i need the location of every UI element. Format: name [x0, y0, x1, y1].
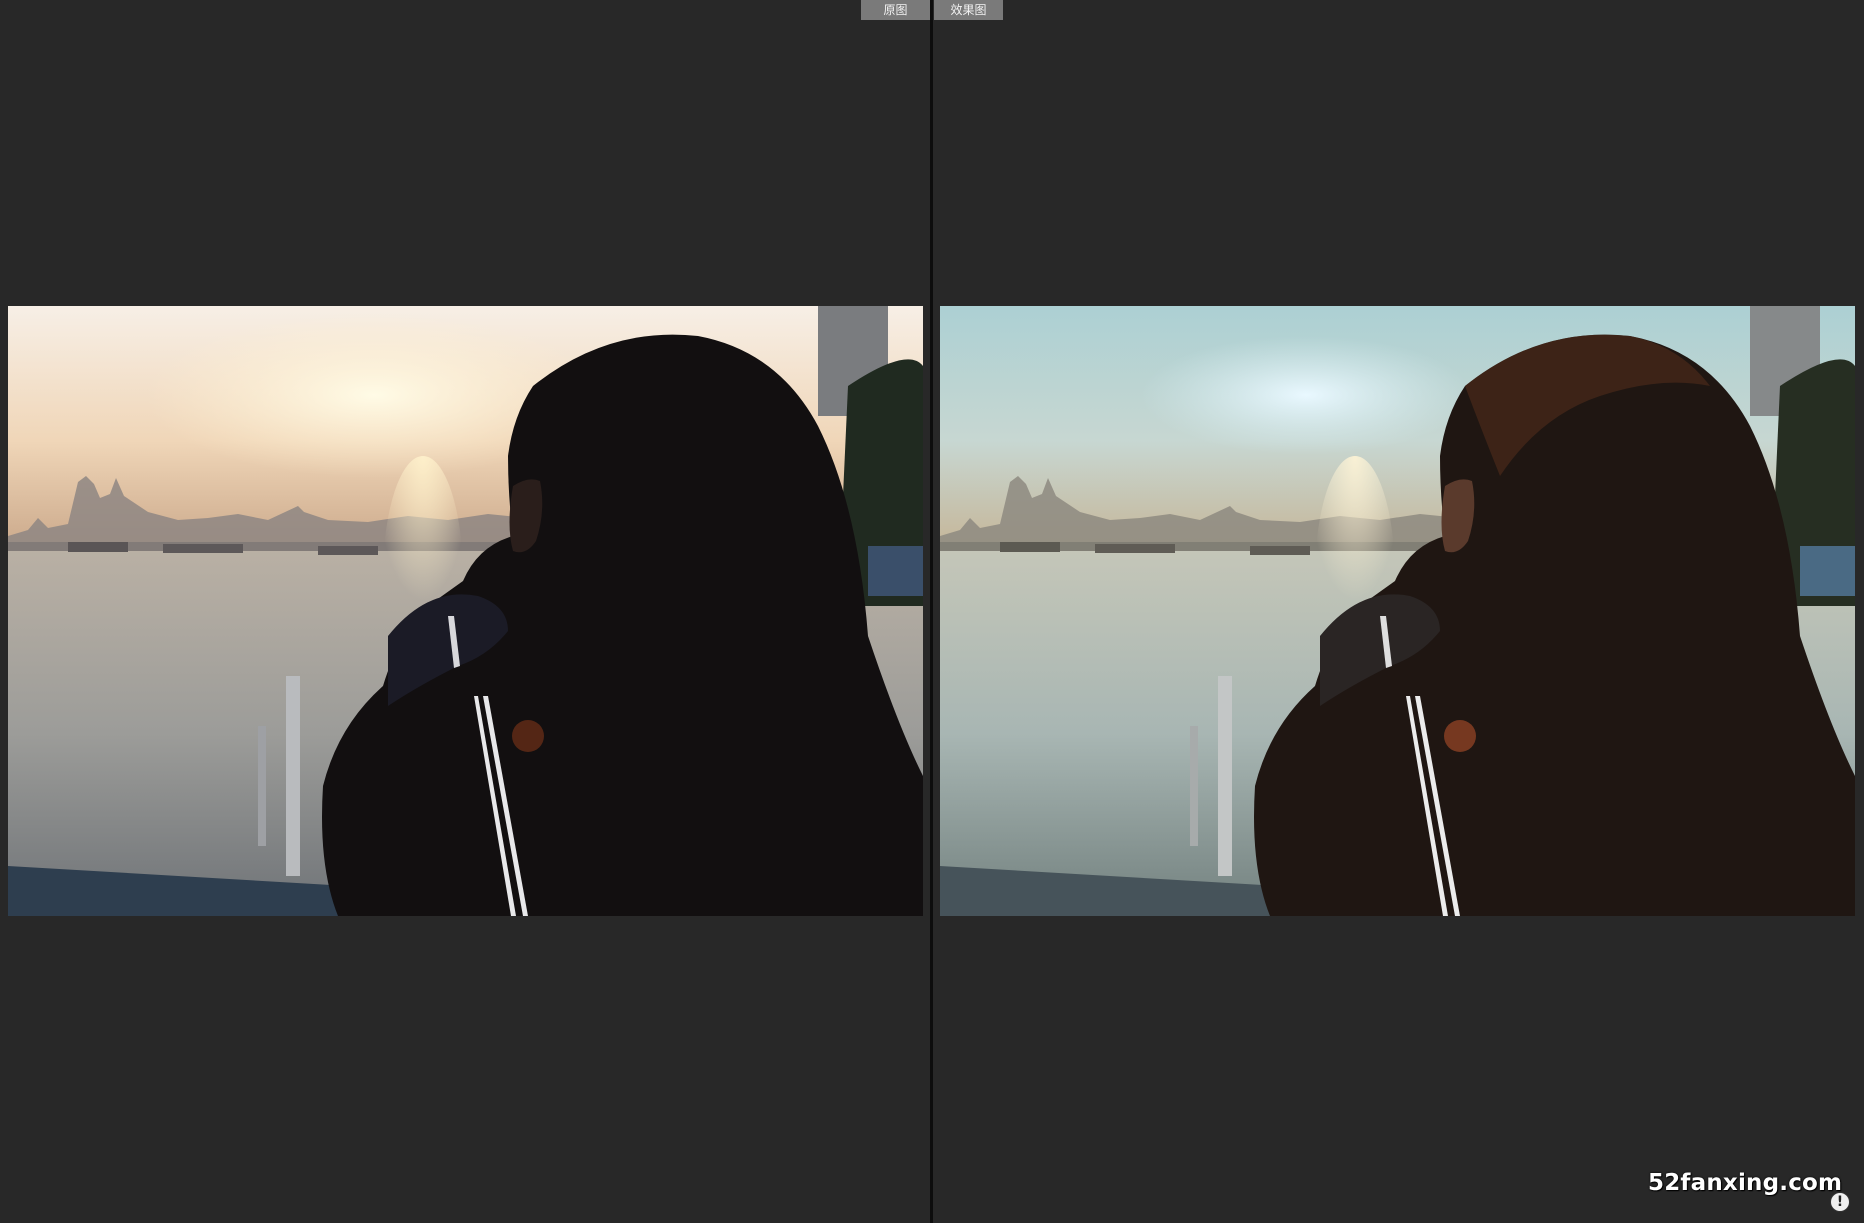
original-label-button[interactable]: 原图	[861, 0, 930, 20]
edited-photo	[940, 306, 1855, 916]
original-photo	[8, 306, 923, 916]
compare-divider[interactable]	[930, 0, 933, 1223]
edited-photo-canvas	[940, 306, 1855, 916]
edited-label-button[interactable]: 效果图	[934, 0, 1003, 20]
watermark-text: 52fanxing.com	[1648, 1170, 1843, 1196]
original-photo-canvas	[8, 306, 923, 916]
info-icon[interactable]: !	[1830, 1192, 1850, 1212]
